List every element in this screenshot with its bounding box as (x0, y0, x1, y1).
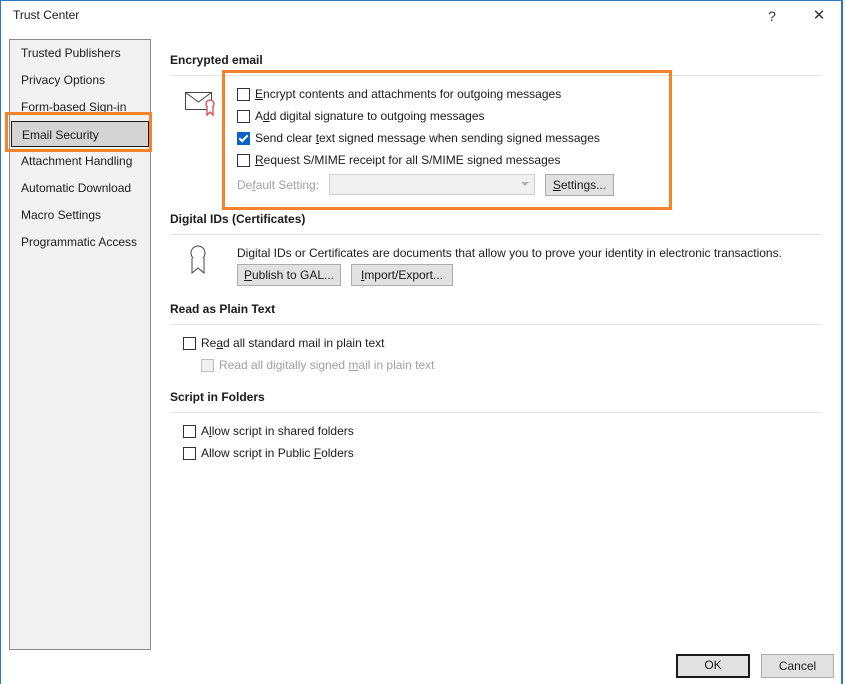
section-divider (170, 412, 822, 413)
window-border-top (0, 0, 843, 1)
sidebar-item-privacy-options[interactable]: Privacy Options (10, 67, 150, 93)
section-divider (170, 324, 822, 325)
read-signed-plain-checkbox (201, 359, 214, 372)
encrypted-email-highlight (222, 70, 672, 210)
script-shared-folders-checkbox[interactable] (183, 425, 196, 438)
cancel-button[interactable]: Cancel (761, 654, 834, 678)
close-icon: ✕ (812, 7, 826, 24)
digital-ids-description: Digital IDs or Certificates are document… (237, 246, 782, 260)
certificate-ribbon-icon (187, 244, 209, 279)
section-divider (170, 234, 822, 235)
window-border-right (841, 0, 843, 684)
section-title-script-in-folders: Script in Folders (170, 390, 265, 404)
window-border-left (0, 0, 1, 684)
section-title-read-as-plain-text: Read as Plain Text (170, 302, 276, 316)
read-standard-plain-label[interactable]: Read all standard mail in plain text (201, 334, 384, 352)
help-button[interactable]: ? (760, 5, 784, 27)
sidebar-item-trusted-publishers[interactable]: Trusted Publishers (10, 40, 150, 66)
section-title-encrypted-email: Encrypted email (170, 53, 263, 67)
sidebar-item-automatic-download[interactable]: Automatic Download (10, 175, 150, 201)
read-signed-plain-label: Read all digitally signed mail in plain … (219, 358, 435, 372)
sidebar-item-programmatic-access[interactable]: Programmatic Access (10, 229, 150, 255)
publish-to-gal-button[interactable]: Publish to GAL... (237, 264, 341, 286)
sidebar-selection-highlight (5, 112, 152, 152)
script-public-folders-checkbox[interactable] (183, 447, 196, 460)
dialog-title: Trust Center (13, 8, 80, 22)
read-standard-plain-checkbox[interactable] (183, 337, 196, 350)
close-button[interactable]: ✕ (806, 5, 832, 27)
script-public-folders-label[interactable]: Allow script in Public Folders (201, 444, 354, 462)
script-shared-folders-label[interactable]: Allow script in shared folders (201, 422, 354, 440)
envelope-certificate-icon (185, 89, 217, 122)
import-export-button[interactable]: Import/Export... (351, 264, 453, 286)
ok-button[interactable]: OK (676, 654, 750, 678)
sidebar-item-macro-settings[interactable]: Macro Settings (10, 202, 150, 228)
section-title-digital-ids: Digital IDs (Certificates) (170, 212, 306, 226)
